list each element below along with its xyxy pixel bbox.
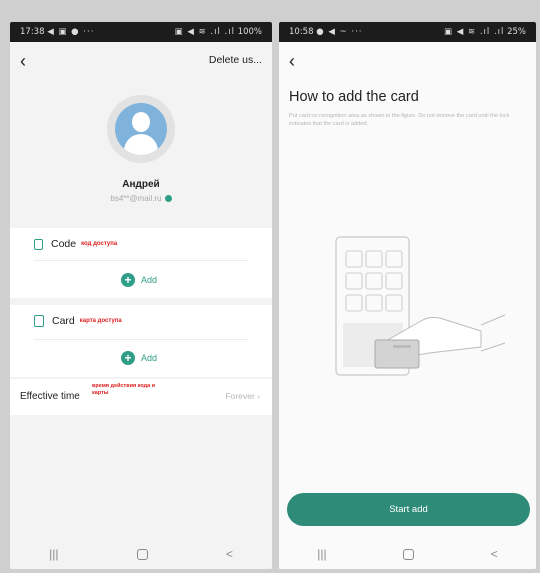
battery-level: 25%	[507, 27, 526, 37]
add-code-label: Add	[141, 275, 158, 285]
phone-add-card: 10:58 ● ◀ ~ ··· ▣ ◀ ≋ .ıl .ıl 25% ‹ How …	[279, 22, 536, 569]
chevron-right-icon: ›	[257, 391, 260, 401]
status-bar: 10:58 ● ◀ ~ ··· ▣ ◀ ≋ .ıl .ıl 25%	[279, 22, 536, 42]
back-chevron-icon[interactable]: ‹	[20, 52, 26, 70]
user-email: bs4**@mail.ru	[110, 194, 162, 203]
divider	[34, 339, 248, 340]
card-icon	[374, 339, 420, 369]
status-bar: 17:38 ◀ ▣ ● ··· ▣ ◀ ≋ .ıl .ıl 100%	[10, 22, 272, 42]
keypad-icon	[34, 238, 43, 250]
status-notification-icons: ● ◀ ~ ···	[316, 27, 363, 37]
plus-circle-icon: +	[121, 351, 135, 365]
plus-circle-icon: +	[121, 273, 135, 287]
instructions-text: Put card on recognition area as shown in…	[289, 113, 510, 127]
card-section: Card карта доступа + Add	[10, 305, 272, 377]
status-signal-icons: ▣ ◀ ≋ .ıl .ıl	[174, 27, 235, 37]
effective-time-label: Effective time	[20, 391, 80, 402]
start-add-button[interactable]: Start add	[287, 493, 530, 526]
status-time: 17:38	[20, 27, 45, 37]
code-annotation: код доступа	[81, 241, 118, 247]
add-code-button[interactable]: + Add	[121, 273, 157, 287]
user-name: Андрей	[122, 179, 160, 190]
delete-user-button[interactable]: Delete us...	[209, 54, 262, 66]
home-button[interactable]	[136, 548, 148, 560]
divider	[34, 260, 248, 261]
android-nav-bar: ||| <	[279, 539, 536, 569]
effective-time-row[interactable]: Effective time время действия кода и кар…	[10, 379, 272, 415]
avatar[interactable]	[107, 95, 175, 163]
android-nav-bar: ||| <	[10, 539, 272, 569]
effective-time-value: Forever ›	[225, 391, 260, 401]
card-row: Card карта доступа	[34, 315, 122, 327]
card-on-lock-illustration	[335, 236, 506, 376]
code-section: Code код доступа + Add	[10, 228, 272, 298]
add-card-label: Add	[141, 353, 158, 363]
battery-level: 100%	[237, 27, 262, 37]
top-nav: ‹	[279, 42, 536, 80]
user-email-row: bs4**@mail.ru	[10, 194, 272, 203]
card-label: Card	[52, 315, 75, 327]
effective-time-annotation: время действия кода и карты	[92, 383, 156, 396]
status-notification-icons: ◀ ▣ ● ···	[47, 27, 95, 37]
top-nav: ‹ Delete us...	[10, 42, 272, 80]
screenshot-frame: 17:38 ◀ ▣ ● ··· ▣ ◀ ≋ .ıl .ıl 100% ‹ Del…	[0, 0, 540, 573]
card-annotation: карта доступа	[79, 318, 122, 324]
system-back-button[interactable]: <	[226, 547, 233, 561]
phone-user-details: 17:38 ◀ ▣ ● ··· ▣ ◀ ≋ .ıl .ıl 100% ‹ Del…	[10, 22, 272, 569]
recent-apps-button[interactable]: |||	[317, 547, 326, 561]
user-avatar-icon	[115, 103, 167, 155]
home-button[interactable]	[403, 548, 415, 560]
add-card-button[interactable]: + Add	[121, 351, 157, 365]
verified-icon	[164, 195, 172, 203]
code-label: Code	[51, 238, 77, 250]
card-icon	[34, 315, 44, 327]
lock-keypad-icon	[345, 250, 403, 312]
page-title: How to add the card	[289, 89, 419, 105]
code-row: Code код доступа	[34, 238, 117, 250]
back-chevron-icon[interactable]: ‹	[289, 52, 295, 70]
recent-apps-button[interactable]: |||	[49, 547, 58, 561]
system-back-button[interactable]: <	[491, 547, 498, 561]
status-time: 10:58	[289, 27, 314, 37]
status-signal-icons: ▣ ◀ ≋ .ıl .ıl	[444, 27, 505, 37]
